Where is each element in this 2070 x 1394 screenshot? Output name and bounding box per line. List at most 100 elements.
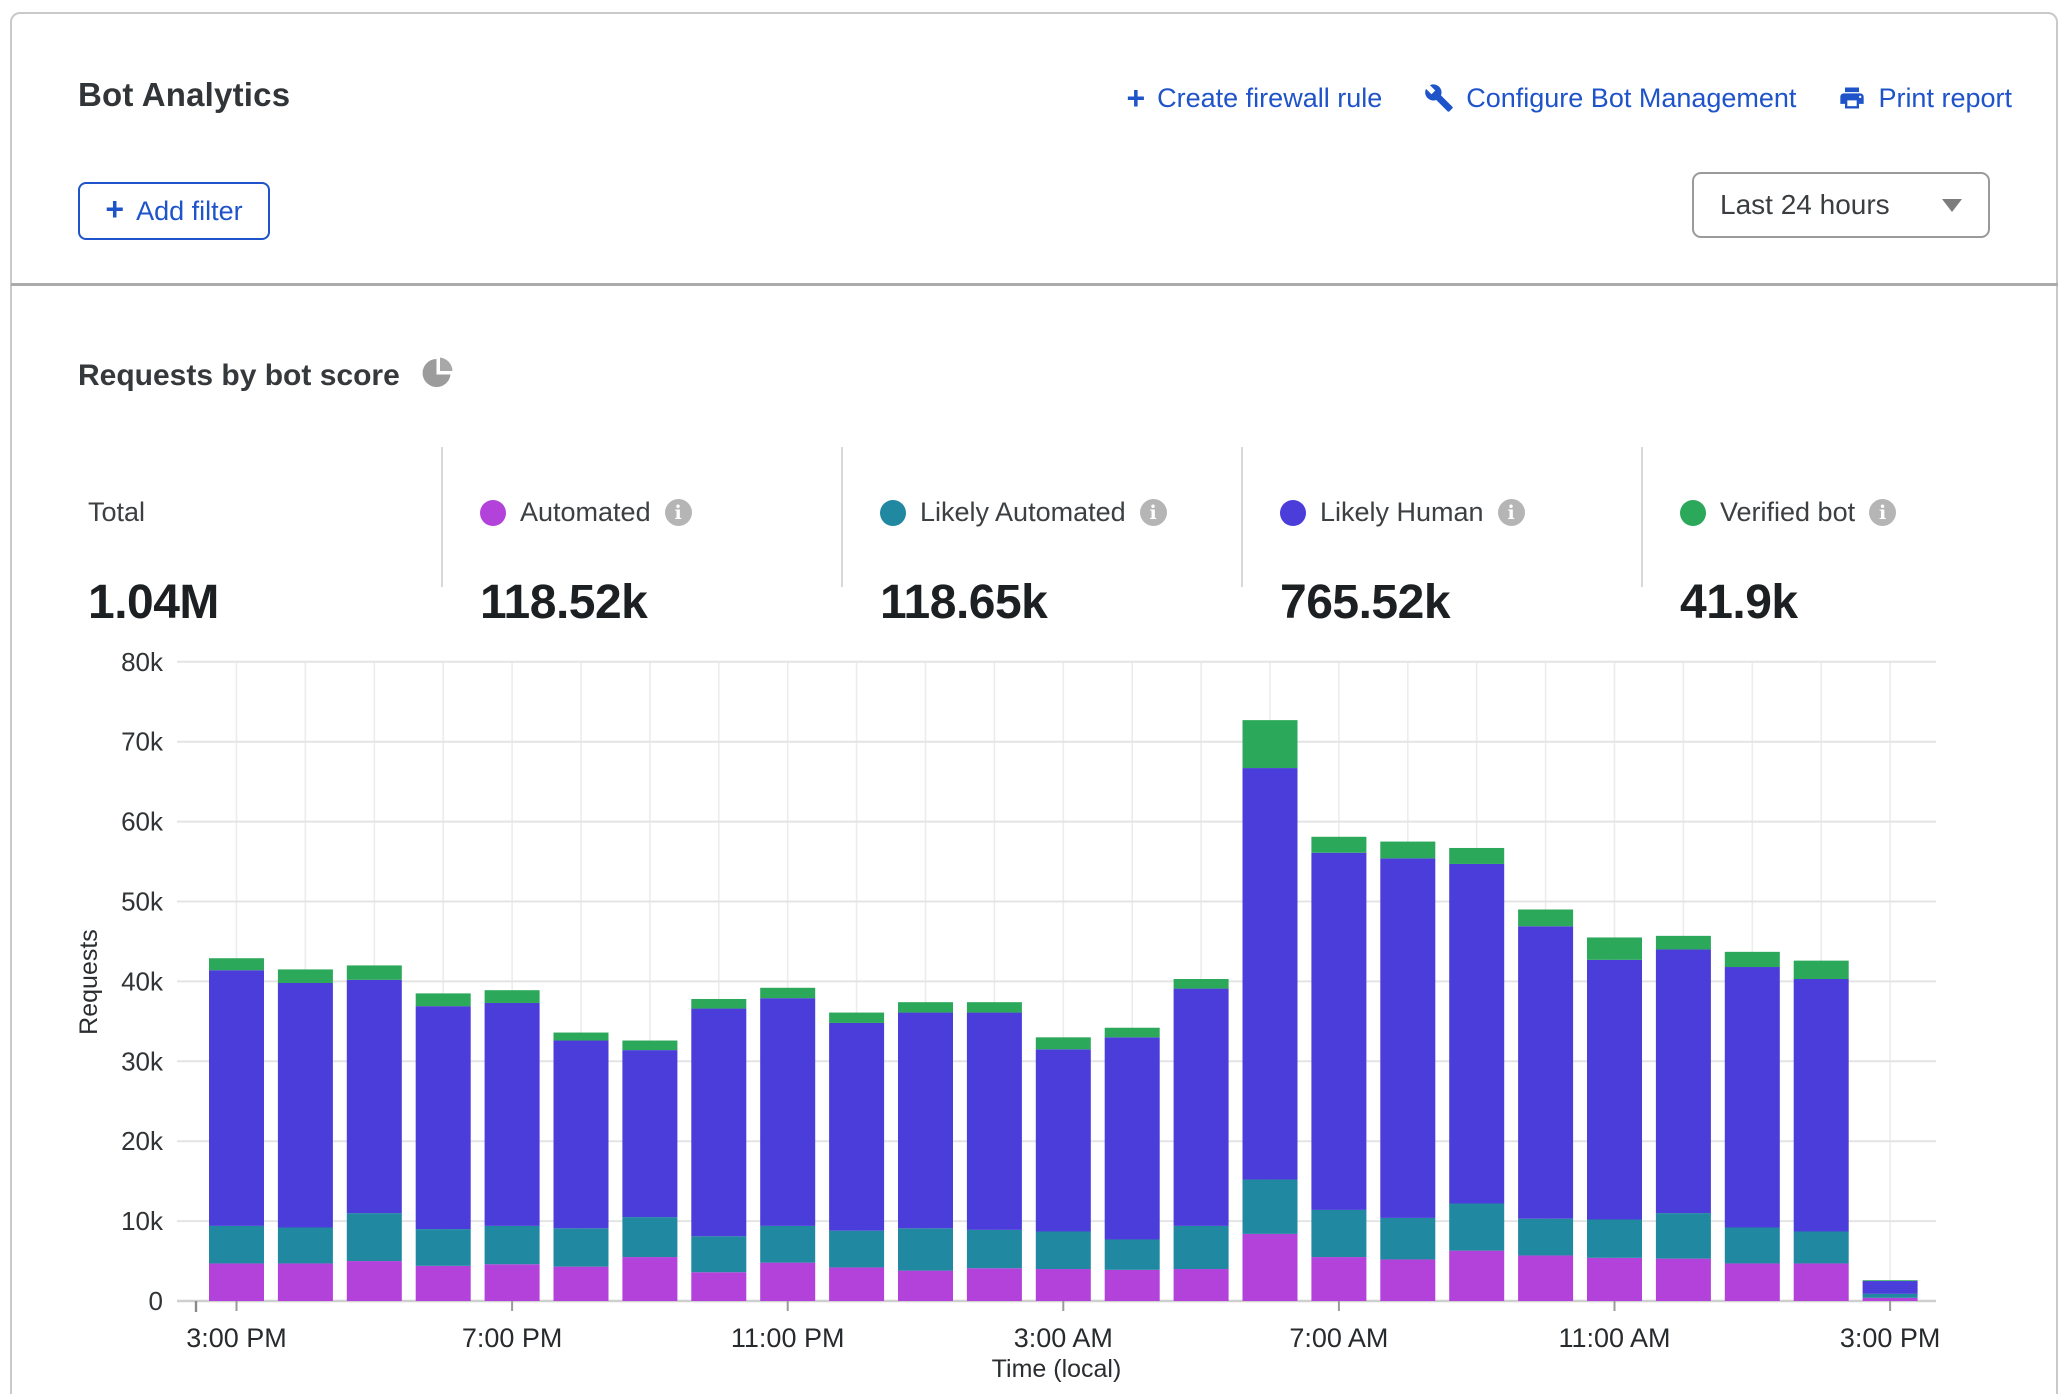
bar-segment-verified-bot[interactable] [554,1033,609,1041]
bar-segment-likely-human[interactable] [278,983,333,1227]
bar-segment-likely-automated[interactable] [485,1226,540,1264]
bar-segment-likely-human[interactable] [1449,864,1504,1204]
bar-segment-automated[interactable] [898,1271,953,1301]
bar-segment-automated[interactable] [209,1263,264,1301]
bar-segment-likely-human[interactable] [554,1041,609,1229]
add-filter-button[interactable]: + Add filter [78,182,270,240]
bar-segment-likely-automated[interactable] [1587,1220,1642,1258]
bar-segment-likely-human[interactable] [622,1050,677,1217]
bar-segment-verified-bot[interactable] [1243,720,1298,768]
bar-segment-automated[interactable] [416,1266,471,1301]
bar-segment-likely-automated[interactable] [1449,1204,1504,1251]
bar-segment-verified-bot[interactable] [691,999,746,1009]
bar-segment-automated[interactable] [278,1263,333,1301]
bar-segment-likely-human[interactable] [1311,853,1366,1210]
bar-segment-likely-automated[interactable] [554,1228,609,1266]
bar-segment-automated[interactable] [1311,1257,1366,1301]
bar-segment-likely-automated[interactable] [278,1227,333,1263]
bar-segment-automated[interactable] [1380,1259,1435,1301]
bar-segment-likely-human[interactable] [829,1023,884,1231]
bar-segment-verified-bot[interactable] [1036,1037,1091,1049]
bar-segment-automated[interactable] [1036,1269,1091,1301]
bar-segment-likely-automated[interactable] [1036,1231,1091,1269]
bar-segment-likely-human[interactable] [485,1003,540,1226]
bar-segment-automated[interactable] [829,1267,884,1301]
bar-segment-likely-automated[interactable] [1863,1294,1918,1298]
bar-segment-likely-human[interactable] [1380,858,1435,1218]
bar-segment-verified-bot[interactable] [1174,979,1229,989]
bar-segment-verified-bot[interactable] [898,1002,953,1012]
bar-segment-likely-human[interactable] [1794,979,1849,1231]
info-icon[interactable]: i [665,499,692,526]
bar-segment-likely-human[interactable] [1518,926,1573,1218]
bar-segment-verified-bot[interactable] [622,1041,677,1051]
bar-segment-verified-bot[interactable] [1311,837,1366,853]
bar-segment-automated[interactable] [1656,1259,1711,1301]
bar-segment-likely-human[interactable] [1725,967,1780,1227]
bar-segment-verified-bot[interactable] [416,993,471,1006]
bar-segment-likely-human[interactable] [347,980,402,1213]
bar-segment-likely-automated[interactable] [622,1217,677,1257]
bar-segment-verified-bot[interactable] [1518,909,1573,926]
bar-segment-automated[interactable] [1725,1263,1780,1301]
bar-segment-automated[interactable] [1518,1255,1573,1301]
bar-segment-automated[interactable] [1243,1234,1298,1301]
bar-segment-automated[interactable] [554,1267,609,1301]
bar-segment-likely-human[interactable] [209,970,264,1226]
bar-segment-verified-bot[interactable] [1656,936,1711,950]
bar-segment-automated[interactable] [691,1272,746,1301]
bar-segment-likely-automated[interactable] [209,1226,264,1264]
create-firewall-rule-link[interactable]: + Create firewall rule [1126,83,1382,114]
bar-segment-verified-bot[interactable] [485,990,540,1003]
bar-segment-likely-automated[interactable] [829,1231,884,1268]
bar-segment-likely-human[interactable] [898,1013,953,1229]
bar-segment-verified-bot[interactable] [1449,848,1504,864]
bar-segment-automated[interactable] [1863,1298,1918,1301]
bar-segment-verified-bot[interactable] [278,969,333,983]
bar-segment-likely-human[interactable] [1036,1049,1091,1231]
bar-segment-likely-human[interactable] [760,998,815,1226]
bar-segment-automated[interactable] [1174,1269,1229,1301]
bar-segment-likely-human[interactable] [691,1009,746,1237]
info-icon[interactable]: i [1140,499,1167,526]
time-range-dropdown[interactable]: Last 24 hours [1692,172,1990,238]
bar-segment-likely-automated[interactable] [1174,1226,1229,1269]
bar-segment-verified-bot[interactable] [1587,937,1642,959]
bar-segment-automated[interactable] [1449,1251,1504,1301]
bar-segment-likely-automated[interactable] [898,1228,953,1270]
bar-segment-verified-bot[interactable] [1725,952,1780,967]
bar-segment-likely-automated[interactable] [347,1213,402,1261]
bar-segment-automated[interactable] [485,1264,540,1301]
bar-segment-likely-human[interactable] [967,1013,1022,1230]
info-icon[interactable]: i [1869,499,1896,526]
bar-segment-likely-automated[interactable] [416,1229,471,1266]
bar-segment-verified-bot[interactable] [967,1002,1022,1012]
bar-segment-likely-automated[interactable] [1518,1219,1573,1256]
bar-segment-verified-bot[interactable] [829,1013,884,1023]
bar-segment-likely-automated[interactable] [967,1230,1022,1268]
bar-segment-likely-automated[interactable] [1105,1239,1160,1269]
bar-segment-verified-bot[interactable] [1794,961,1849,979]
info-icon[interactable]: i [1498,499,1525,526]
bar-segment-likely-automated[interactable] [691,1236,746,1272]
bar-segment-automated[interactable] [967,1268,1022,1301]
bar-segment-verified-bot[interactable] [1380,842,1435,859]
bar-segment-verified-bot[interactable] [1105,1028,1160,1038]
print-report-link[interactable]: Print report [1838,83,2012,114]
bar-segment-automated[interactable] [1105,1270,1160,1301]
bar-segment-automated[interactable] [1587,1258,1642,1301]
bar-segment-likely-human[interactable] [1656,949,1711,1213]
bar-segment-likely-human[interactable] [1587,960,1642,1220]
bar-segment-automated[interactable] [622,1257,677,1301]
bar-segment-likely-automated[interactable] [1656,1213,1711,1259]
bar-segment-likely-human[interactable] [416,1006,471,1229]
bar-segment-verified-bot[interactable] [760,988,815,998]
bar-segment-automated[interactable] [347,1261,402,1301]
bar-segment-verified-bot[interactable] [1863,1280,1918,1281]
bar-segment-likely-automated[interactable] [1725,1227,1780,1263]
bar-segment-likely-human[interactable] [1243,768,1298,1179]
bar-segment-likely-human[interactable] [1863,1281,1918,1294]
bar-segment-likely-automated[interactable] [1794,1231,1849,1263]
bar-segment-likely-human[interactable] [1105,1037,1160,1239]
bar-segment-verified-bot[interactable] [347,965,402,979]
